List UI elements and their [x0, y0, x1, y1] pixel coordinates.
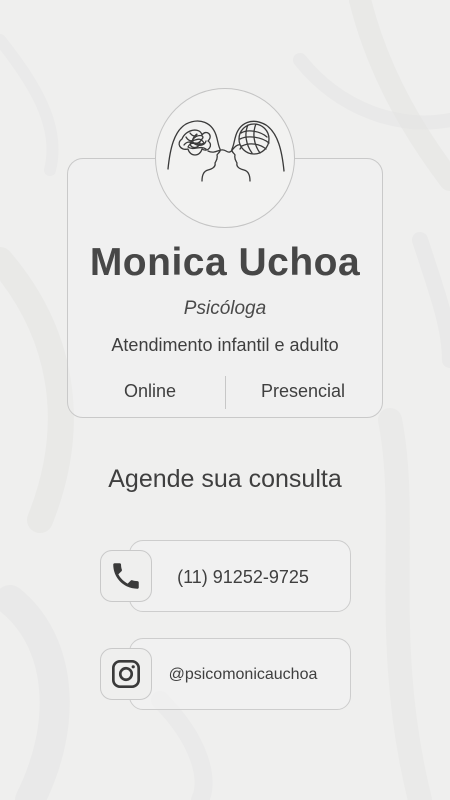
instagram-icon	[112, 660, 140, 688]
phone-icon	[113, 563, 139, 589]
profile-name: Monica Uchoa	[89, 241, 361, 284]
phone-contact[interactable]: (11) 91252-9725	[129, 540, 351, 612]
instagram-handle: @psicomonicauchoa	[168, 666, 318, 683]
instagram-contact[interactable]: @psicomonicauchoa	[129, 638, 351, 710]
mode-online: Online	[123, 381, 177, 401]
profile-title: Psicóloga	[183, 298, 267, 319]
logo	[155, 88, 295, 228]
instagram-button[interactable]	[100, 648, 152, 700]
mode-presencial: Presencial	[260, 381, 346, 401]
mode-divider	[225, 376, 226, 409]
brain-yarn-heads-icon	[167, 120, 285, 182]
cta-heading: Agende sua consulta	[108, 465, 342, 493]
profile-description: Atendimento infantil e adulto	[111, 335, 339, 355]
phone-number: (11) 91252-9725	[177, 567, 309, 587]
phone-button[interactable]	[100, 550, 152, 602]
